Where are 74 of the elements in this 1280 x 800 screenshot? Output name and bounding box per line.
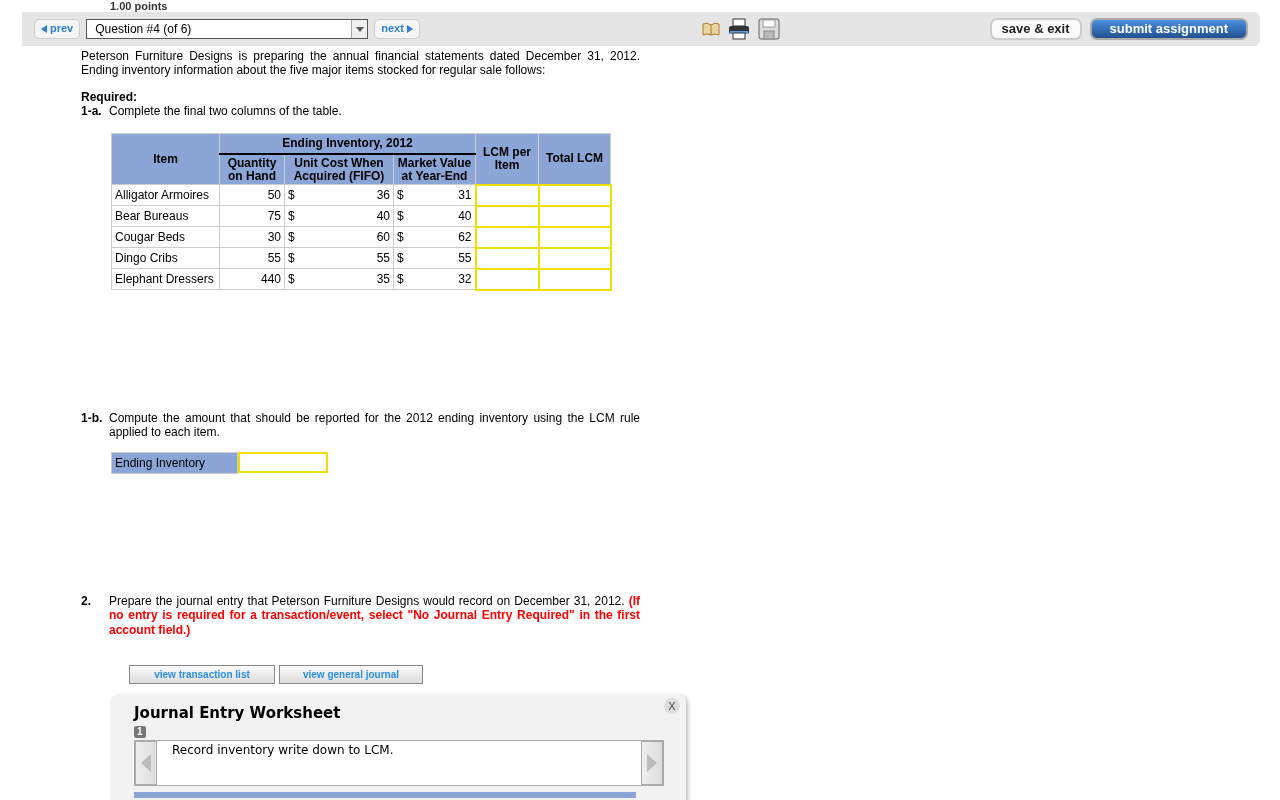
- currency-symbol: $: [397, 230, 404, 245]
- field-label: Ending Inventory: [111, 451, 238, 474]
- currency-symbol: $: [288, 272, 295, 287]
- table-cell: Dingo Cribs: [111, 247, 220, 269]
- entry-description: Record inventory write down to LCM.: [171, 742, 395, 760]
- table-cell: 75: [219, 205, 285, 227]
- group-header: Ending Inventory, 2012: [219, 133, 476, 155]
- left-arrow-icon: [141, 754, 151, 773]
- journal-button[interactable]: view general journal: [279, 665, 423, 685]
- table-cell: 55: [219, 247, 285, 269]
- part-number: 1-b.: [81, 410, 104, 427]
- question-text: Compute the amount that should be reported for the 2012 ending inventory using the LCM rule applied to each item.: [109, 410, 640, 440]
- submit-button[interactable]: submit assignment: [1089, 18, 1248, 40]
- book-icon[interactable]: [701, 22, 720, 36]
- table-cell: Alligator Armoires: [111, 184, 220, 206]
- journal-button[interactable]: view transaction list: [129, 665, 275, 685]
- table-cell: 30: [219, 226, 285, 248]
- currency-symbol: $: [397, 188, 404, 203]
- entry-number-tab[interactable]: 1: [134, 726, 146, 739]
- column-header: Item: [111, 133, 220, 185]
- table-cell: 60: [376, 230, 390, 245]
- printer-icon[interactable]: [727, 18, 750, 40]
- dropdown-caret-icon: [355, 26, 364, 32]
- question-select[interactable]: Question #4 (of 6): [86, 19, 369, 39]
- table-cell: Elephant Dressers: [111, 268, 220, 290]
- table-cell: 31: [458, 188, 472, 203]
- input-field[interactable]: [475, 268, 539, 290]
- input-field[interactable]: [475, 226, 539, 248]
- input-field[interactable]: [538, 184, 611, 206]
- table-cell: 32: [458, 272, 472, 287]
- question-text: Prepare the journal entry that Peterson Furniture Designs would record on December 31, 2012. (If no entry is required for a transaction/event, select "No Journal Entry Required" in the first account field.): [109, 593, 640, 638]
- input-field[interactable]: [475, 247, 539, 269]
- part-number: 2.: [81, 593, 92, 610]
- close-button[interactable]: X: [664, 698, 680, 715]
- table-cell: Bear Bureaus: [111, 205, 220, 227]
- left-arrow-icon: [41, 25, 47, 33]
- worksheet-title: Journal Entry Worksheet: [134, 704, 342, 723]
- column-header: Quantity on Hand: [219, 154, 285, 185]
- next-button[interactable]: next: [374, 19, 420, 39]
- right-arrow-icon: [406, 25, 413, 33]
- table-cell: 50: [219, 184, 285, 206]
- input-field[interactable]: [238, 451, 328, 473]
- table-cell: Cougar Beds: [111, 226, 220, 248]
- column-header: Market Value at Year-End: [393, 154, 476, 185]
- table-cell: 440: [219, 268, 285, 290]
- intro-paragraph: Peterson Furniture Designs is preparing the annual financial statements dated December 31, 2012. Ending inventory information about the five major items stocked for regular sale follows:: [81, 49, 640, 78]
- table-cell: 40: [458, 209, 472, 224]
- currency-symbol: $: [397, 251, 404, 266]
- previous-entry-button[interactable]: [135, 741, 157, 786]
- points-label: 1.00 points: [110, 0, 169, 12]
- currency-symbol: $: [397, 272, 404, 287]
- currency-symbol: $: [288, 188, 295, 203]
- input-field[interactable]: [475, 205, 539, 227]
- input-field[interactable]: [475, 184, 539, 206]
- table-cell: 35: [376, 272, 390, 287]
- next-entry-button[interactable]: [641, 741, 663, 786]
- table-cell: 55: [376, 251, 390, 266]
- column-header: Unit Cost When Acquired (FIFO): [284, 154, 394, 185]
- table-cell: 40: [376, 209, 390, 224]
- right-arrow-icon: [647, 754, 657, 773]
- prev-button[interactable]: prev: [34, 19, 81, 39]
- save-exit-button[interactable]: save & exit: [989, 18, 1082, 40]
- question-text: Complete the final two columns of the table.: [109, 104, 343, 119]
- required-label: Required:: [81, 89, 138, 105]
- table-cell: 36: [376, 188, 390, 203]
- column-header: Total LCM: [538, 133, 611, 185]
- currency-symbol: $: [288, 251, 295, 266]
- currency-symbol: $: [397, 209, 404, 224]
- table-cell: 62: [458, 230, 472, 245]
- column-header: LCM per Item: [475, 133, 539, 185]
- table-cell: 55: [458, 251, 472, 266]
- currency-symbol: $: [288, 209, 295, 224]
- part-number: 1-a.: [81, 104, 103, 119]
- currency-symbol: $: [288, 230, 295, 245]
